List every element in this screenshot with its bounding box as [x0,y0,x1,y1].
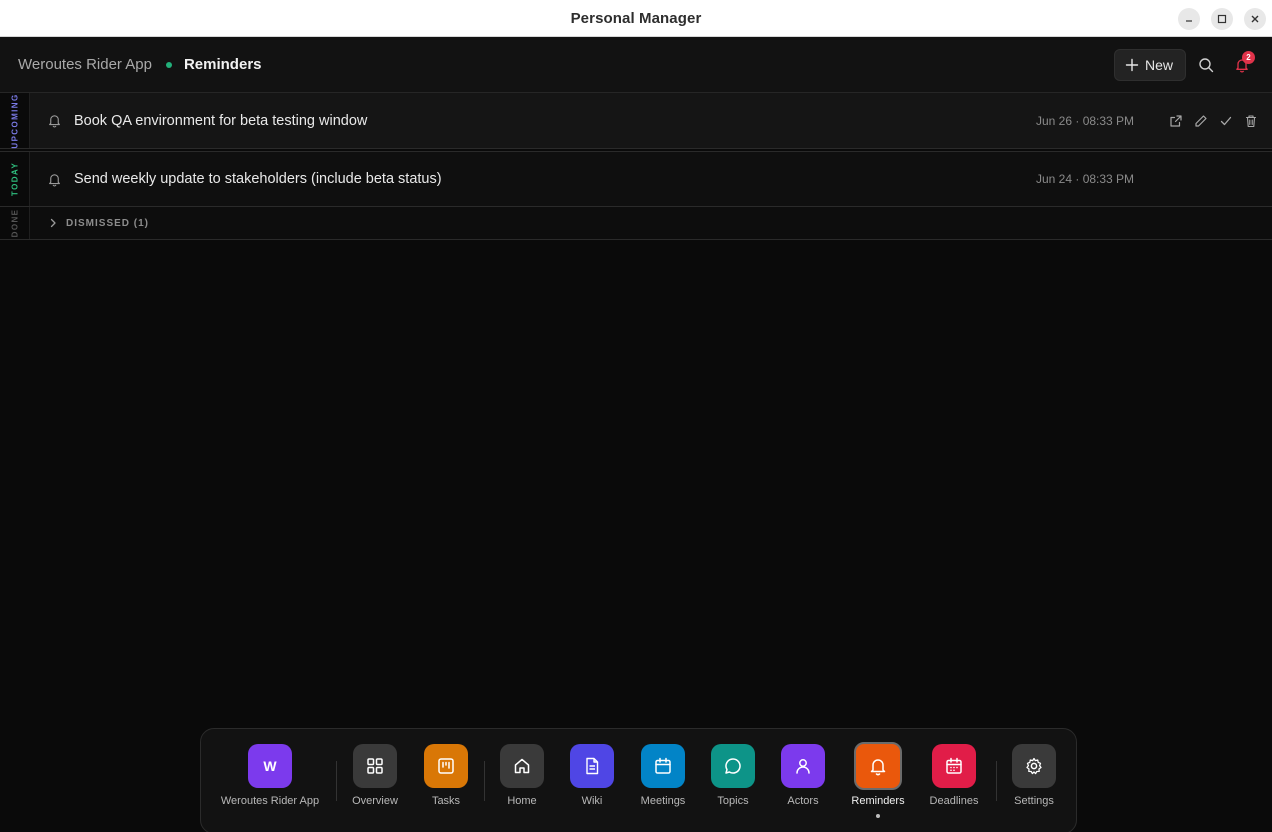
section-rail: UPCOMING [0,93,30,148]
dock-item-tasks[interactable]: Tasks [416,744,476,807]
notifications-button[interactable]: 2 [1226,49,1258,81]
dock-item-settings[interactable]: Settings [1004,744,1064,807]
section-label-upcoming: UPCOMING [10,92,19,149]
window-controls [1178,8,1266,30]
section-label-today: TODAY [10,161,19,197]
dismissed-toggle[interactable]: DISMISSED (1) [48,218,149,229]
status-dot [165,61,172,68]
search-icon [1199,58,1214,73]
reminder-date: Jun 26 · 08:33 PM [1036,113,1135,128]
project-avatar-icon: W [248,744,292,788]
reminder-row[interactable]: Send weekly update to stakeholders (incl… [30,152,1272,206]
section-label-done: DONE [10,208,19,238]
maximize-icon [1217,14,1227,24]
dock-item-deadlines[interactable]: Deadlines [924,744,984,807]
minimize-icon [1186,20,1192,22]
dock-item-actors[interactable]: Actors [773,744,833,807]
calendar-icon [641,744,685,788]
section-done: DONE DISMISSED (1) [0,207,1272,240]
section-today: TODAY Send weekly update to stakeholders… [0,151,1272,207]
window-title: Personal Manager [570,9,702,27]
search-button[interactable] [1190,49,1222,81]
user-icon [781,744,825,788]
window-titlebar: Personal Manager [0,0,1272,37]
new-button-label: New [1144,57,1173,73]
dock-item-project[interactable]: W Weroutes Rider App [220,744,320,807]
page-title: Reminders [183,56,262,73]
trash-icon[interactable] [1244,114,1258,128]
external-link-icon[interactable] [1169,114,1183,128]
bell-icon [854,742,902,790]
close-button[interactable] [1244,8,1266,30]
reminder-text: Send weekly update to stakeholders (incl… [74,171,442,187]
dock-separator [484,761,485,801]
reminder-row[interactable]: Book QA environment for beta testing win… [30,93,1272,148]
dock-item-topics[interactable]: Topics [703,744,763,807]
document-icon [570,744,614,788]
kanban-icon [424,744,468,788]
plus-icon [1125,58,1139,72]
dock-item-wiki[interactable]: Wiki [562,744,622,807]
grid-icon [353,744,397,788]
active-indicator [876,814,880,818]
dock-item-overview[interactable]: Overview [345,744,405,807]
reminder-actions [1169,114,1258,128]
breadcrumb-project[interactable]: Weroutes Rider App [18,56,152,73]
notification-badge: 2 [1242,51,1255,64]
home-icon [500,744,544,788]
maximize-button[interactable] [1211,8,1233,30]
dock-item-meetings[interactable]: Meetings [633,744,693,807]
reminder-text: Book QA environment for beta testing win… [74,112,368,129]
minimize-button[interactable] [1178,8,1200,30]
app-header: Weroutes Rider App Reminders New 2 [0,37,1272,93]
reminder-date: Jun 24 · 08:33 PM [1036,172,1135,186]
gear-icon [1012,744,1056,788]
section-upcoming: UPCOMING Book QA environment for beta te… [0,93,1272,149]
bell-icon [49,173,60,186]
dismissed-label: DISMISSED (1) [66,217,150,229]
dock-item-home[interactable]: Home [492,744,552,807]
calendar-deadline-icon [932,744,976,788]
chevron-right-icon [50,218,56,228]
edit-pencil-icon[interactable] [1194,114,1208,128]
bell-icon [49,115,60,128]
dock-separator [996,761,997,801]
dock-item-reminders[interactable]: Reminders [843,742,913,807]
section-rail: TODAY [0,152,30,206]
close-icon [1251,15,1259,23]
app-dock: W Weroutes Rider App Overview Tasks Home… [200,728,1077,832]
chat-bubble-icon [711,744,755,788]
new-button[interactable]: New [1113,49,1186,81]
dock-separator [336,761,337,801]
section-rail: DONE [0,207,30,239]
check-icon[interactable] [1219,114,1233,128]
dismissed-row: DISMISSED (1) [30,207,1272,239]
